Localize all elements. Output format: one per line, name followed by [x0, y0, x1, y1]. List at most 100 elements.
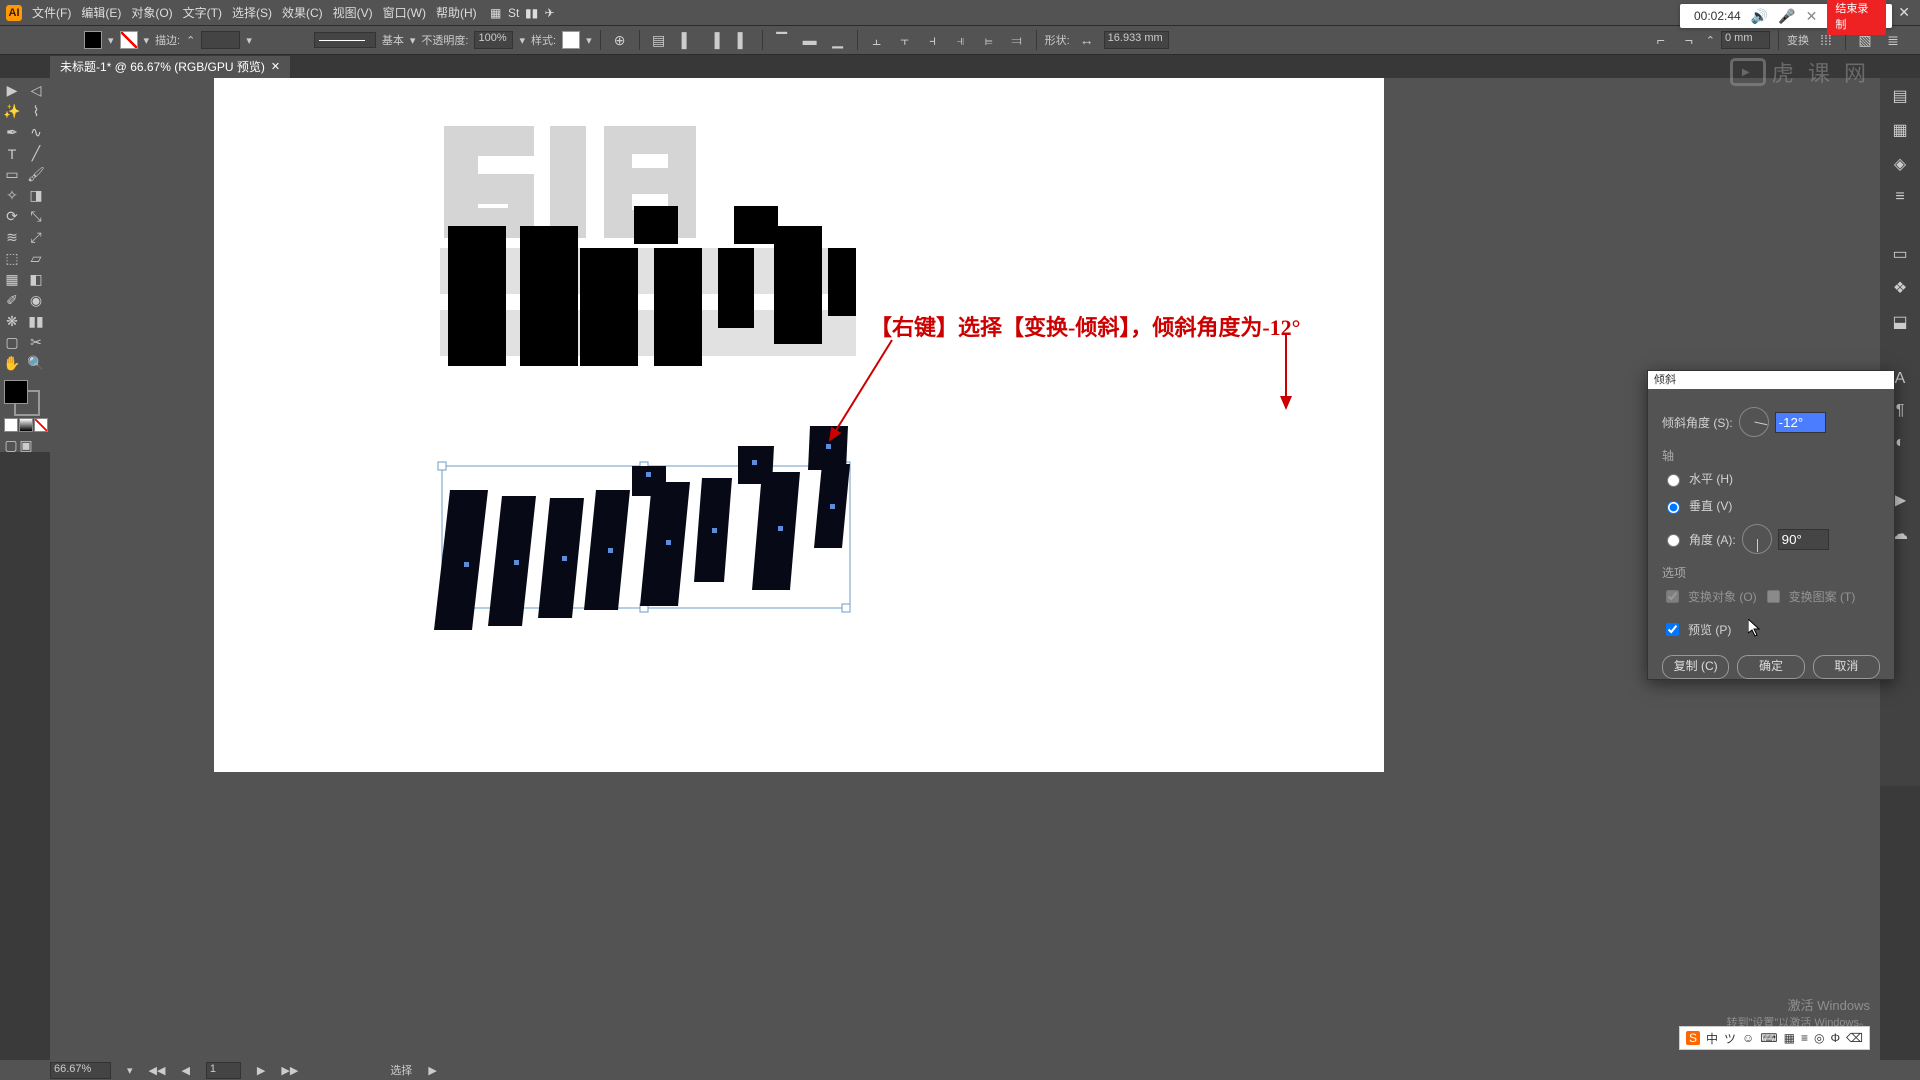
column-graph-tool[interactable]: ▮▮	[24, 311, 48, 332]
artboard-nav-back-icon[interactable]: ◀	[181, 1064, 189, 1077]
align-right-icon[interactable]: ▌	[732, 30, 754, 50]
dist-v3-icon[interactable]: ⫞	[922, 30, 944, 50]
corner-step-icon[interactable]: ⌃	[1706, 34, 1715, 47]
axis-vertical-radio[interactable]	[1667, 501, 1680, 514]
menu-help[interactable]: 帮助(H)	[436, 4, 477, 21]
ime-misc-icon[interactable]: Φ	[1830, 1031, 1840, 1045]
dist-h2-icon[interactable]: ⫢	[978, 30, 1000, 50]
eraser-tool[interactable]: ◨	[24, 185, 48, 206]
color-mode-switcher[interactable]	[4, 418, 48, 432]
send-icon[interactable]: ✈	[541, 4, 559, 22]
ime-del-icon[interactable]: ⌫	[1846, 1031, 1863, 1045]
artboard-index[interactable]: 1	[206, 1062, 241, 1079]
color-panel-icon[interactable]: ◐	[1895, 434, 1905, 452]
artboard-tool[interactable]: ▢	[0, 332, 24, 353]
scale-tool[interactable]: ⤡	[24, 206, 48, 227]
symbol-sprayer-tool[interactable]: ❋	[0, 311, 24, 332]
free-transform-tool[interactable]: ⤢	[24, 227, 48, 248]
artboard[interactable]	[214, 78, 1384, 772]
artboard-nav-next-icon[interactable]: ▶▶	[281, 1064, 298, 1077]
blend-tool[interactable]: ◉	[24, 290, 48, 311]
eyedropper-tool[interactable]: ✐	[0, 290, 24, 311]
rectangle-tool[interactable]: ▭	[0, 164, 24, 185]
bridge-icon[interactable]: ▦	[487, 4, 505, 22]
actions-play-icon[interactable]: ▶	[1894, 490, 1906, 510]
gradient-tool[interactable]: ◧	[24, 269, 48, 290]
properties-panel-icon[interactable]: ▤	[1892, 86, 1907, 106]
fill-stroke-indicator[interactable]	[4, 380, 38, 414]
stroke-weight-input[interactable]	[201, 31, 240, 49]
style-swatch[interactable]	[562, 31, 580, 49]
fill-swatch[interactable]	[84, 31, 102, 49]
copy-button[interactable]: 复制 (C)	[1662, 655, 1729, 679]
ime-mode[interactable]: ツ	[1724, 1030, 1736, 1047]
stroke-swatch[interactable]	[120, 31, 138, 49]
align-bottom-icon[interactable]: ▁	[827, 30, 849, 50]
menu-effect[interactable]: 效果(C)	[282, 4, 323, 21]
curvature-tool[interactable]: ∿	[24, 122, 48, 143]
width-tool[interactable]: ≋	[0, 227, 24, 248]
rotate-tool[interactable]: ⟳	[0, 206, 24, 227]
perspective-tool[interactable]: ▱	[24, 248, 48, 269]
width-icon[interactable]: ↔	[1076, 30, 1098, 50]
corner-radius2-icon[interactable]: ¬	[1678, 30, 1700, 50]
libraries-panel-icon[interactable]: ▦	[1892, 120, 1907, 140]
menu-type[interactable]: 文字(T)	[183, 4, 222, 21]
opacity-input[interactable]: 100%	[474, 31, 513, 49]
recorder-mic-icon[interactable]: 🎤	[1778, 8, 1795, 25]
menu-view[interactable]: 视图(V)	[333, 4, 373, 21]
ime-keyboard-icon[interactable]: ⌨	[1760, 1031, 1777, 1045]
document-tab[interactable]: 未标题-1* @ 66.67% (RGB/GPU 预览) ✕	[50, 56, 290, 78]
hand-tool[interactable]: ✋	[0, 353, 24, 374]
dist-v-icon[interactable]: ⫠	[866, 30, 888, 50]
mesh-tool[interactable]: ▦	[0, 269, 24, 290]
cancel-button[interactable]: 取消	[1813, 655, 1880, 679]
shaper-tool[interactable]: ✧	[0, 185, 24, 206]
direct-selection-tool[interactable]: ◁	[24, 80, 48, 101]
appearance-panel-icon[interactable]: ◈	[1894, 154, 1906, 174]
shape-builder-tool[interactable]: ⬚	[0, 248, 24, 269]
ok-button[interactable]: 确定	[1737, 655, 1804, 679]
align-middle-v-icon[interactable]: ▬	[799, 30, 821, 50]
ime-emoji-icon[interactable]: ☺	[1742, 1031, 1754, 1045]
pen-tool[interactable]: ✒	[0, 122, 24, 143]
align-left-icon[interactable]: ▌	[676, 30, 698, 50]
zoom-select[interactable]: 66.67%	[50, 1062, 111, 1079]
align-top-icon[interactable]: ▔	[771, 30, 793, 50]
paintbrush-tool[interactable]: 🖌	[24, 164, 48, 185]
layers-panel-icon[interactable]: ❖	[1893, 278, 1907, 298]
align-panel-icon[interactable]: ▤	[648, 30, 670, 50]
artboard-nav-fwd-icon[interactable]: ▶	[257, 1064, 265, 1077]
doc-setup-icon[interactable]: ⊕	[609, 30, 631, 50]
close-button[interactable]: ✕	[1898, 4, 1910, 21]
menu-select[interactable]: 选择(S)	[232, 4, 272, 21]
type-tool[interactable]: T	[0, 143, 24, 164]
type-paragraph-icon[interactable]: ¶	[1896, 402, 1905, 420]
arrange-icon[interactable]: ▮▮	[523, 4, 541, 22]
menu-window[interactable]: 窗口(W)	[383, 4, 426, 21]
stroke-step-up-icon[interactable]: ⌃	[186, 34, 195, 47]
assets-panel-icon[interactable]: ⬓	[1892, 312, 1907, 332]
ime-menu-icon[interactable]: ≡	[1801, 1031, 1808, 1045]
ime-bar[interactable]: S 中 ツ ☺ ⌨ ▦ ≡ ◎ Φ ⌫	[1679, 1026, 1870, 1050]
screen-mode-b[interactable]: ▣	[19, 438, 33, 452]
dist-v2-icon[interactable]: ⫟	[894, 30, 916, 50]
slice-tool[interactable]: ✂	[24, 332, 48, 353]
selection-tool[interactable]: ▶	[0, 80, 24, 101]
ime-grid-icon[interactable]: ▦	[1784, 1031, 1795, 1045]
menu-object[interactable]: 对象(O)	[131, 4, 172, 21]
stock-icon[interactable]: St	[505, 4, 523, 22]
recorder-close-icon[interactable]: ✕	[1806, 8, 1818, 25]
dist-h-icon[interactable]: ⫣	[950, 30, 972, 50]
axis-horizontal-radio[interactable]	[1667, 474, 1680, 487]
stroke-style-select[interactable]	[314, 32, 376, 48]
axis-angle-dial[interactable]	[1742, 524, 1772, 554]
screen-mode-a[interactable]: ▢	[4, 438, 18, 452]
shear-angle-dial[interactable]	[1739, 407, 1769, 437]
tab-close-icon[interactable]: ✕	[271, 56, 280, 78]
recorder-speaker-icon[interactable]: 🔊	[1751, 8, 1768, 25]
menu-edit[interactable]: 编辑(E)	[81, 4, 121, 21]
artboard-panel-icon[interactable]: ▭	[1892, 244, 1907, 264]
align-center-h-icon[interactable]: ▐	[704, 30, 726, 50]
magic-wand-tool[interactable]: ✨	[0, 101, 24, 122]
